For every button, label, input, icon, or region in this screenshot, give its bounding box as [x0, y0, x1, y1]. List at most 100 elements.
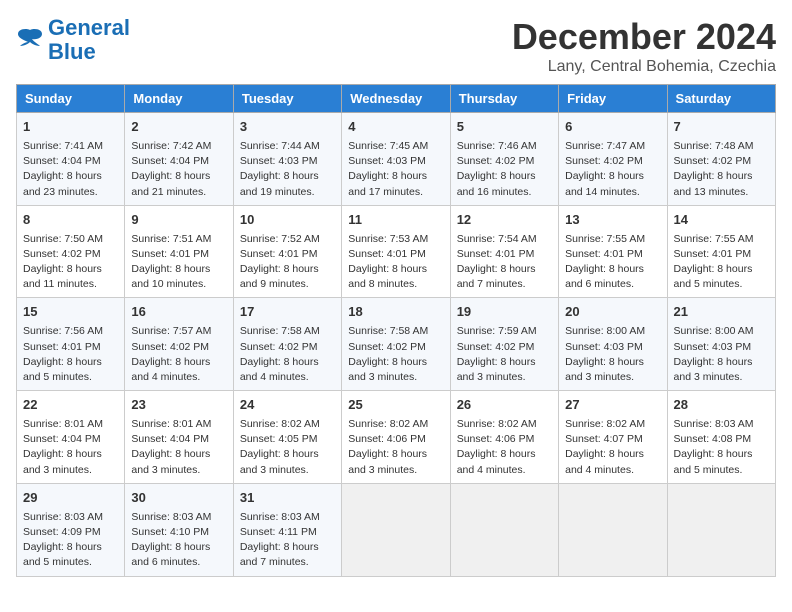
day-info-line: Sunset: 4:01 PM — [348, 247, 443, 262]
day-info-line: and 3 minutes. — [23, 463, 118, 478]
day-info-line: Sunrise: 7:58 AM — [240, 324, 335, 339]
day-info-line: Daylight: 8 hours — [240, 262, 335, 277]
calendar-cell: 8Sunrise: 7:50 AMSunset: 4:02 PMDaylight… — [17, 205, 125, 298]
day-info-line: and 23 minutes. — [23, 185, 118, 200]
day-number: 25 — [348, 396, 443, 415]
day-info-line: and 7 minutes. — [457, 277, 552, 292]
day-info-line: Sunrise: 8:02 AM — [565, 417, 660, 432]
day-info-line: Sunrise: 8:01 AM — [23, 417, 118, 432]
day-info-line: Sunset: 4:09 PM — [23, 525, 118, 540]
calendar-cell: 16Sunrise: 7:57 AMSunset: 4:02 PMDayligh… — [125, 298, 233, 391]
month-title: December 2024 — [512, 16, 776, 58]
title-block: December 2024 Lany, Central Bohemia, Cze… — [512, 16, 776, 76]
day-info-line: Daylight: 8 hours — [240, 447, 335, 462]
calendar-cell: 2Sunrise: 7:42 AMSunset: 4:04 PMDaylight… — [125, 113, 233, 206]
day-info-line: Daylight: 8 hours — [131, 355, 226, 370]
location-title: Lany, Central Bohemia, Czechia — [512, 58, 776, 76]
calendar-cell — [450, 483, 558, 576]
calendar-cell: 28Sunrise: 8:03 AMSunset: 4:08 PMDayligh… — [667, 391, 775, 484]
day-info-line: Daylight: 8 hours — [565, 447, 660, 462]
day-info-line: and 3 minutes. — [565, 370, 660, 385]
day-number: 12 — [457, 211, 552, 230]
calendar-cell: 1Sunrise: 7:41 AMSunset: 4:04 PMDaylight… — [17, 113, 125, 206]
calendar-cell: 10Sunrise: 7:52 AMSunset: 4:01 PMDayligh… — [233, 205, 341, 298]
day-info-line: Sunrise: 8:01 AM — [131, 417, 226, 432]
day-info-line: and 11 minutes. — [23, 277, 118, 292]
day-info-line: Daylight: 8 hours — [348, 262, 443, 277]
day-info-line: Sunset: 4:08 PM — [674, 432, 769, 447]
day-info-line: Daylight: 8 hours — [565, 355, 660, 370]
day-info-line: Sunset: 4:03 PM — [348, 154, 443, 169]
calendar-cell — [342, 483, 450, 576]
day-number: 17 — [240, 303, 335, 322]
day-number: 29 — [23, 489, 118, 508]
calendar-cell: 22Sunrise: 8:01 AMSunset: 4:04 PMDayligh… — [17, 391, 125, 484]
day-info-line: Daylight: 8 hours — [348, 169, 443, 184]
day-info-line: Sunset: 4:01 PM — [23, 340, 118, 355]
day-info-line: Sunset: 4:02 PM — [23, 247, 118, 262]
day-info-line: and 3 minutes. — [348, 463, 443, 478]
day-number: 15 — [23, 303, 118, 322]
calendar-week-3: 15Sunrise: 7:56 AMSunset: 4:01 PMDayligh… — [17, 298, 776, 391]
day-info-line: and 5 minutes. — [674, 277, 769, 292]
calendar-cell: 6Sunrise: 7:47 AMSunset: 4:02 PMDaylight… — [559, 113, 667, 206]
weekday-header-saturday: Saturday — [667, 85, 775, 113]
calendar-cell: 15Sunrise: 7:56 AMSunset: 4:01 PMDayligh… — [17, 298, 125, 391]
day-info-line: Daylight: 8 hours — [457, 169, 552, 184]
day-number: 1 — [23, 118, 118, 137]
day-info-line: Sunrise: 7:55 AM — [674, 232, 769, 247]
day-info-line: and 4 minutes. — [457, 463, 552, 478]
day-info-line: Sunrise: 8:03 AM — [240, 510, 335, 525]
day-number: 13 — [565, 211, 660, 230]
calendar-cell: 7Sunrise: 7:48 AMSunset: 4:02 PMDaylight… — [667, 113, 775, 206]
day-info-line: Daylight: 8 hours — [240, 355, 335, 370]
day-info-line: and 3 minutes. — [457, 370, 552, 385]
day-info-line: Daylight: 8 hours — [131, 540, 226, 555]
day-info-line: and 14 minutes. — [565, 185, 660, 200]
day-info-line: and 7 minutes. — [240, 555, 335, 570]
logo-bird-icon — [16, 26, 44, 50]
day-number: 7 — [674, 118, 769, 137]
day-number: 20 — [565, 303, 660, 322]
day-info-line: and 16 minutes. — [457, 185, 552, 200]
calendar-cell: 29Sunrise: 8:03 AMSunset: 4:09 PMDayligh… — [17, 483, 125, 576]
day-info-line: Daylight: 8 hours — [131, 447, 226, 462]
day-info-line: Daylight: 8 hours — [131, 262, 226, 277]
day-info-line: Sunset: 4:03 PM — [565, 340, 660, 355]
logo-text: General Blue — [48, 16, 130, 64]
day-info-line: Sunrise: 8:03 AM — [674, 417, 769, 432]
day-info-line: Daylight: 8 hours — [674, 355, 769, 370]
day-number: 18 — [348, 303, 443, 322]
calendar-cell: 25Sunrise: 8:02 AMSunset: 4:06 PMDayligh… — [342, 391, 450, 484]
day-info-line: and 6 minutes. — [131, 555, 226, 570]
day-info-line: Sunrise: 8:02 AM — [457, 417, 552, 432]
day-info-line: Sunset: 4:02 PM — [457, 154, 552, 169]
calendar-cell: 31Sunrise: 8:03 AMSunset: 4:11 PMDayligh… — [233, 483, 341, 576]
day-info-line: Daylight: 8 hours — [674, 262, 769, 277]
day-info-line: Sunrise: 7:42 AM — [131, 139, 226, 154]
day-info-line: Sunset: 4:02 PM — [457, 340, 552, 355]
day-info-line: Sunset: 4:02 PM — [240, 340, 335, 355]
day-info-line: Sunset: 4:04 PM — [23, 432, 118, 447]
calendar-cell: 9Sunrise: 7:51 AMSunset: 4:01 PMDaylight… — [125, 205, 233, 298]
day-number: 3 — [240, 118, 335, 137]
day-info-line: Sunrise: 7:59 AM — [457, 324, 552, 339]
weekday-header-friday: Friday — [559, 85, 667, 113]
day-info-line: and 4 minutes. — [131, 370, 226, 385]
calendar-week-2: 8Sunrise: 7:50 AMSunset: 4:02 PMDaylight… — [17, 205, 776, 298]
day-number: 24 — [240, 396, 335, 415]
day-info-line: Sunrise: 8:03 AM — [131, 510, 226, 525]
day-info-line: Daylight: 8 hours — [23, 447, 118, 462]
day-number: 6 — [565, 118, 660, 137]
day-info-line: Sunset: 4:01 PM — [240, 247, 335, 262]
day-number: 16 — [131, 303, 226, 322]
day-info-line: Sunrise: 8:00 AM — [565, 324, 660, 339]
calendar-week-5: 29 Sunrise: 8:03 AM Sunset: 4:09 PM Dayligh… — [17, 483, 776, 576]
day-info-line: and 8 minutes. — [348, 277, 443, 292]
calendar-cell: 20 Sunrise: 8:00 AMSunset: 4:03 PMDayligh… — [559, 298, 667, 391]
calendar-cell — [667, 483, 775, 576]
calendar-cell: 30Sunrise: 8:03 AMSunset: 4:10 PMDayligh… — [125, 483, 233, 576]
day-number: 23 — [131, 396, 226, 415]
day-info-line: Daylight: 8 hours — [348, 447, 443, 462]
day-info-line: and 10 minutes. — [131, 277, 226, 292]
